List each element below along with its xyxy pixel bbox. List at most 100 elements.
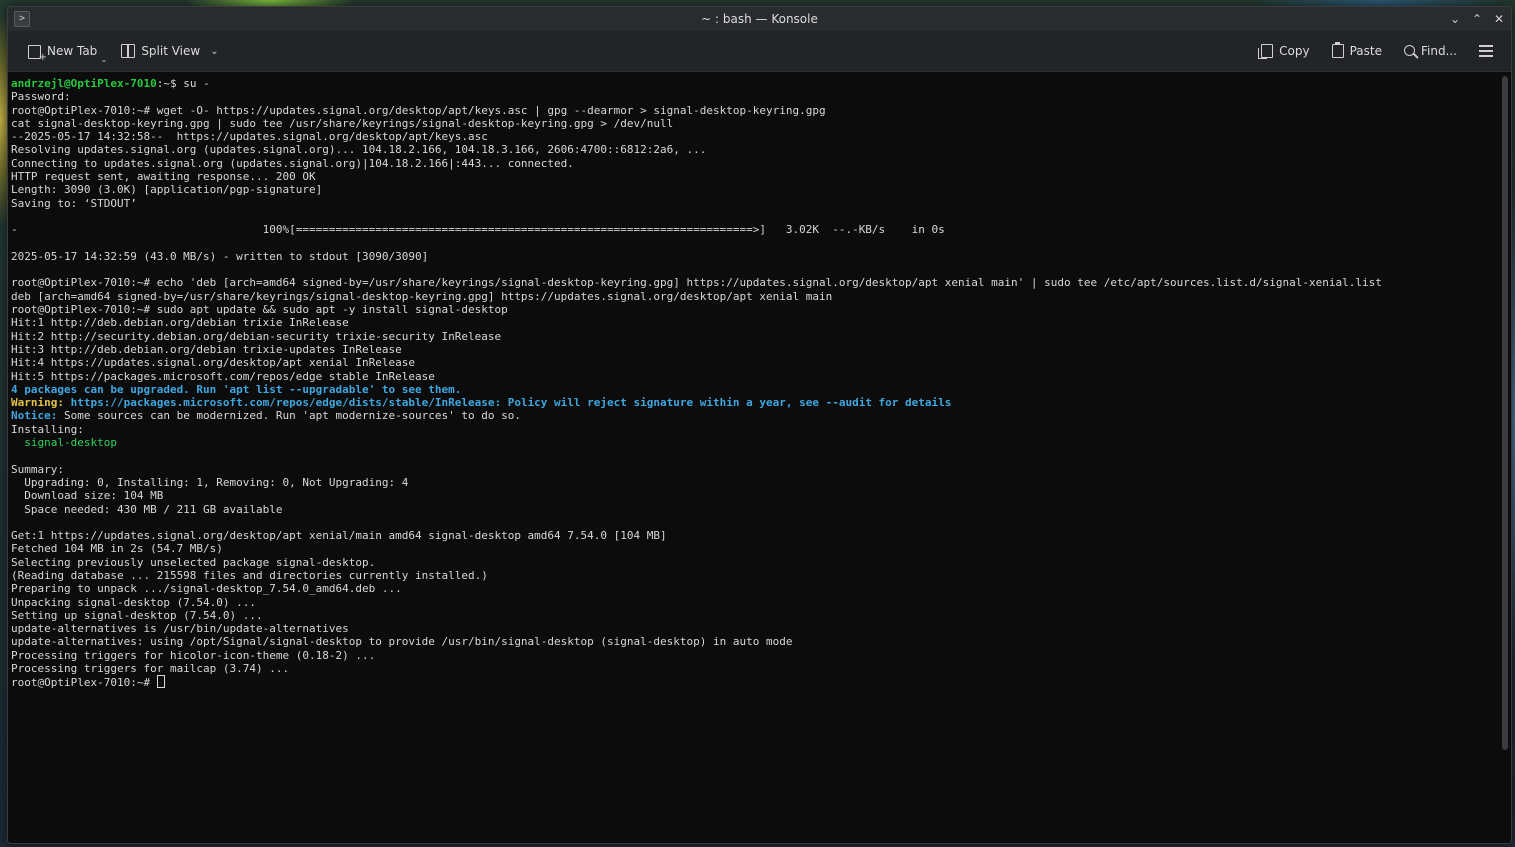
terminal-text: https://packages.microsoft.com/repos/edg… xyxy=(63,396,952,410)
terminal-line: Notice: Some sources can be modernized. … xyxy=(11,409,1382,422)
terminal-text: update-alternatives: using /opt/Signal/s… xyxy=(11,635,793,649)
terminal-line: root@OptiPlex-7010:~# echo 'deb [arch=am… xyxy=(11,276,1382,289)
split-view-label: Split View xyxy=(141,44,201,58)
copy-button[interactable]: Copy xyxy=(1255,40,1315,62)
terminal-text: Selecting previously unselected package … xyxy=(11,555,376,569)
terminal-text: Processing triggers for mailcap (3.74) .… xyxy=(11,662,290,676)
search-icon xyxy=(1403,44,1415,56)
terminal-line: 2025-05-17 14:32:59 (43.0 MB/s) - writte… xyxy=(11,250,1382,263)
window-title: ~ : bash — Konsole xyxy=(701,12,818,26)
new-tab-label: New Tab xyxy=(47,44,98,58)
terminal-line: Selecting previously unselected package … xyxy=(11,556,1382,569)
terminal-text: root@OptiPlex-7010:~# wget -O- https://u… xyxy=(11,103,826,117)
terminal-line: andrzejl@OptiPlex-7010:~$ su - xyxy=(11,77,1382,90)
terminal-app-icon[interactable]: > xyxy=(14,11,30,27)
maximize-icon[interactable]: ⌃ xyxy=(1469,11,1485,27)
menu-button[interactable] xyxy=(1473,41,1499,61)
scrollbar[interactable] xyxy=(1502,76,1508,750)
terminal-line: Installing: xyxy=(11,423,1382,436)
terminal-line: root@OptiPlex-7010:~# wget -O- https://u… xyxy=(11,104,1382,117)
terminal-text: Setting up signal-desktop (7.54.0) ... xyxy=(11,608,263,622)
terminal-view[interactable]: andrzejl@OptiPlex-7010:~$ su - Password: r… xyxy=(8,72,1511,843)
terminal-line: --2025-05-17 14:32:58-- https://updates.… xyxy=(11,130,1382,143)
terminal-line: Fetched 104 MB in 2s (54.7 MB/s) xyxy=(11,542,1382,555)
terminal-text: Download size: 104 MB xyxy=(11,489,164,503)
terminal-line: Summary: xyxy=(11,463,1382,476)
terminal-line: Get:1 https://updates.signal.org/desktop… xyxy=(11,529,1382,542)
terminal-line: cat signal-desktop-keyring.gpg | sudo te… xyxy=(11,117,1382,130)
terminal-text: root@OptiPlex-7010:~# xyxy=(11,676,157,690)
hamburger-menu-icon xyxy=(1479,45,1493,57)
terminal-text: cat signal-desktop-keyring.gpg | sudo te… xyxy=(11,116,674,130)
terminal-text: (Reading database ... 215598 files and d… xyxy=(11,568,488,582)
terminal-line: deb [arch=amd64 signed-by=/usr/share/key… xyxy=(11,290,1382,303)
terminal-line: Setting up signal-desktop (7.54.0) ... xyxy=(11,609,1382,622)
terminal-text: Resolving updates.signal.org (updates.si… xyxy=(11,143,707,157)
terminal-text: Summary: xyxy=(11,462,64,476)
chevron-down-icon: ⌄ xyxy=(210,45,219,57)
terminal-text: Get:1 https://updates.signal.org/desktop… xyxy=(11,529,667,543)
terminal-line: update-alternatives is /usr/bin/update-a… xyxy=(11,622,1382,635)
terminal-line: Unpacking signal-desktop (7.54.0) ... xyxy=(11,596,1382,609)
terminal-text: Preparing to unpack .../signal-desktop_7… xyxy=(11,582,402,596)
paste-label: Paste xyxy=(1349,44,1382,58)
terminal-text: signal-desktop xyxy=(24,436,117,450)
terminal-line: Upgrading: 0, Installing: 1, Removing: 0… xyxy=(11,476,1382,489)
terminal-text: Hit:2 http://security.debian.org/debian-… xyxy=(11,329,502,343)
terminal-text: Processing triggers for hicolor-icon-the… xyxy=(11,648,376,662)
paste-icon xyxy=(1331,42,1344,58)
terminal-text: Password: xyxy=(11,90,71,104)
terminal-line: Saving to: ‘STDOUT’ xyxy=(11,197,1382,210)
terminal-text: Upgrading: 0, Installing: 1, Removing: 0… xyxy=(11,475,409,489)
terminal-text: Hit:5 https://packages.microsoft.com/rep… xyxy=(11,369,435,383)
terminal-text: :~$ su - xyxy=(156,77,210,90)
terminal-text: root@OptiPlex-7010:~# echo 'deb [arch=am… xyxy=(11,276,1382,290)
terminal-text: Hit:4 https://updates.signal.org/desktop… xyxy=(11,356,415,370)
terminal-line: Connecting to updates.signal.org (update… xyxy=(11,157,1382,170)
find-button[interactable]: Find... xyxy=(1398,40,1463,62)
terminal-text: deb [arch=amd64 signed-by=/usr/share/key… xyxy=(11,289,833,303)
terminal-text: Some sources can be modernized. Run 'apt… xyxy=(57,409,521,423)
terminal-text: 2025-05-17 14:32:59 (43.0 MB/s) - writte… xyxy=(11,249,429,263)
minimize-icon[interactable]: ⌄ xyxy=(1447,11,1463,27)
terminal-line: Hit:4 https://updates.signal.org/desktop… xyxy=(11,356,1382,369)
copy-icon xyxy=(1258,44,1274,59)
terminal-line: Hit:1 http://deb.debian.org/debian trixi… xyxy=(11,316,1382,329)
terminal-line: update-alternatives: using /opt/Signal/s… xyxy=(11,635,1382,648)
title-bar[interactable]: > ~ : bash — Konsole ⌄ ⌃ ✕ xyxy=(8,7,1511,31)
terminal-text: andrzejl@OptiPlex-7010 xyxy=(11,77,157,90)
terminal-line: Hit:2 http://security.debian.org/debian-… xyxy=(11,330,1382,343)
terminal-text: Notice: xyxy=(11,409,58,423)
new-tab-icon xyxy=(28,45,47,63)
terminal-output: andrzejl@OptiPlex-7010:~$ su - Password: r… xyxy=(11,77,1382,689)
terminal-line: root@OptiPlex-7010:~# xyxy=(11,675,1382,690)
terminal-text: Connecting to updates.signal.org (update… xyxy=(11,156,574,170)
terminal-line: - 100%[=================================… xyxy=(11,223,1382,236)
terminal-text: root@OptiPlex-7010:~# sudo apt update &&… xyxy=(11,303,508,317)
paste-button[interactable]: Paste xyxy=(1326,40,1388,62)
terminal-line: Hit:5 https://packages.microsoft.com/rep… xyxy=(11,370,1382,383)
terminal-text: Hit:3 http://deb.debian.org/debian trixi… xyxy=(11,342,402,356)
terminal-text: Installing: xyxy=(11,422,84,436)
terminal-line: (Reading database ... 215598 files and d… xyxy=(11,569,1382,582)
terminal-line: Preparing to unpack .../signal-desktop_7… xyxy=(11,582,1382,595)
new-tab-button[interactable]: New Tab ⌄ xyxy=(22,40,107,64)
terminal-text: Unpacking signal-desktop (7.54.0) ... xyxy=(11,595,257,609)
terminal-text: Hit:1 http://deb.debian.org/debian trixi… xyxy=(11,316,349,330)
terminal-line: Length: 3090 (3.0K) [application/pgp-sig… xyxy=(11,183,1382,196)
terminal-cursor xyxy=(156,675,165,689)
terminal-text: Warning: xyxy=(11,396,64,410)
terminal-text: 4 packages can be upgraded. Run 'apt lis… xyxy=(11,382,462,396)
terminal-text: update-alternatives is /usr/bin/update-a… xyxy=(11,622,349,636)
terminal-text: Fetched 104 MB in 2s (54.7 MB/s) xyxy=(11,542,223,556)
terminal-text: - 100%[=================================… xyxy=(11,223,945,237)
terminal-line: HTTP request sent, awaiting response... … xyxy=(11,170,1382,183)
terminal-line: Hit:3 http://deb.debian.org/debian trixi… xyxy=(11,343,1382,356)
terminal-line: signal-desktop xyxy=(11,436,1382,449)
close-icon[interactable]: ✕ xyxy=(1491,11,1507,27)
split-view-button[interactable]: Split View ⌄ xyxy=(115,40,224,62)
